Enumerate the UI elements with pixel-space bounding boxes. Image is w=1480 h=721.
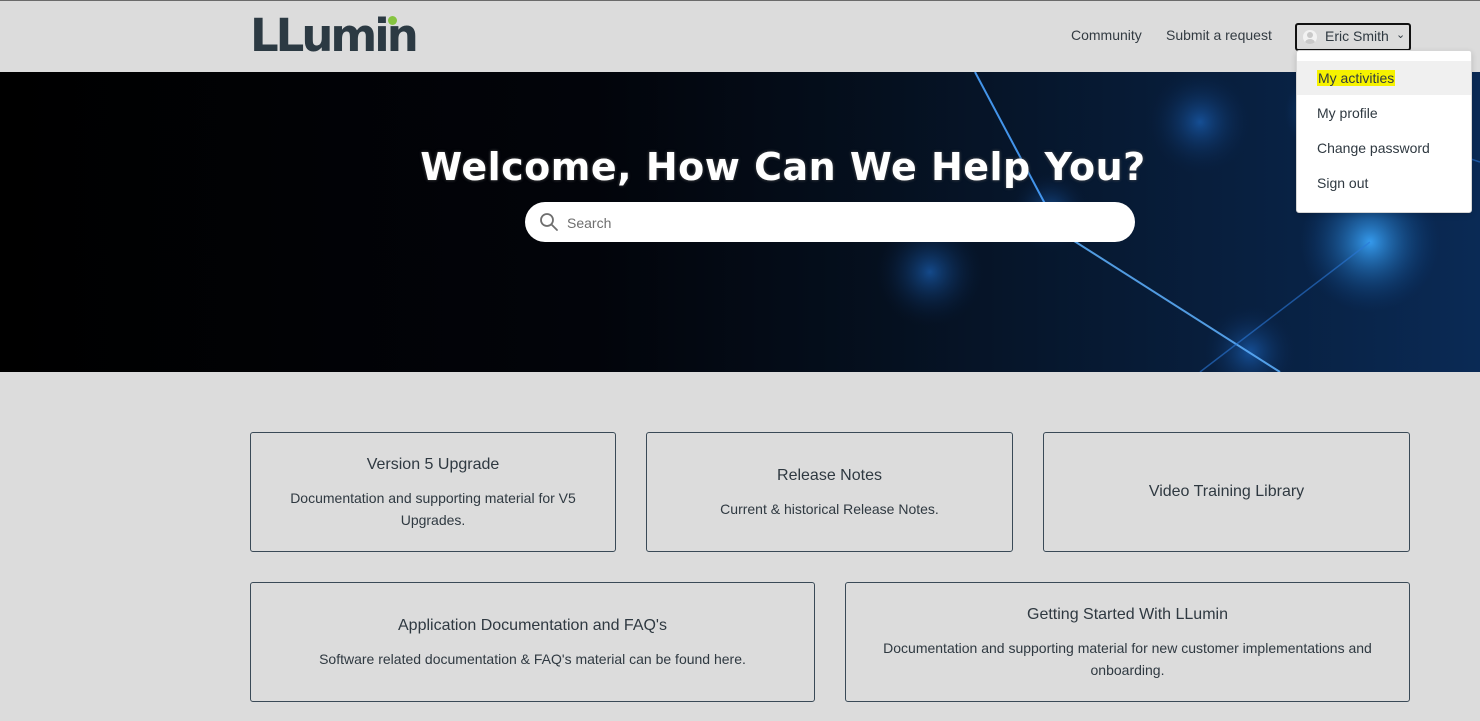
menu-item-label: My activities: [1317, 70, 1396, 86]
card-getting-started[interactable]: Getting Started With LLumin Documentatio…: [845, 582, 1410, 702]
user-menu-button[interactable]: Eric Smith ⌄: [1295, 23, 1411, 51]
hero-title: Welcome, How Can We Help You?: [420, 145, 1146, 189]
menu-item-my-profile[interactable]: My profile: [1297, 96, 1471, 130]
logo-dot: [388, 16, 397, 25]
menu-item-sign-out[interactable]: Sign out: [1297, 166, 1471, 200]
hero-banner: Welcome, How Can We Help You?: [0, 72, 1480, 372]
card-title: Application Documentation and FAQ's: [398, 617, 667, 634]
user-avatar-icon: [1303, 30, 1317, 44]
llumin-logo[interactable]: LLumin: [250, 13, 419, 58]
nav-community-link[interactable]: Community: [1071, 27, 1142, 43]
card-title: Getting Started With LLumin: [1027, 606, 1228, 623]
card-title: Release Notes: [777, 467, 882, 484]
card-application-documentation[interactable]: Application Documentation and FAQ's Soft…: [250, 582, 815, 702]
site-header: LLumin Community Submit a request Eric S…: [0, 1, 1480, 72]
menu-item-my-activities[interactable]: My activities: [1297, 61, 1471, 95]
search-bar[interactable]: [525, 202, 1135, 242]
search-input[interactable]: [565, 208, 1119, 238]
card-description: Software related documentation & FAQ's m…: [319, 651, 746, 667]
menu-item-change-password[interactable]: Change password: [1297, 131, 1471, 165]
card-description: Current & historical Release Notes.: [720, 501, 939, 517]
card-description: Documentation and supporting material fo…: [883, 640, 1372, 678]
card-title: Version 5 Upgrade: [366, 456, 500, 473]
user-dropdown-menu: My activities My profile Change password…: [1296, 50, 1472, 213]
card-release-notes[interactable]: Release Notes Current & historical Relea…: [646, 432, 1013, 552]
search-icon: [540, 213, 558, 231]
card-version-5-upgrade[interactable]: Version 5 Upgrade Documentation and supp…: [250, 432, 616, 552]
card-video-training-library[interactable]: Video Training Library: [1043, 432, 1410, 552]
card-description: Documentation and supporting material fo…: [290, 490, 576, 528]
menu-item-label: Sign out: [1317, 175, 1369, 191]
nav-submit-request-link[interactable]: Submit a request: [1166, 27, 1272, 43]
menu-item-label: My profile: [1317, 105, 1378, 121]
menu-item-label: Change password: [1317, 140, 1430, 156]
user-name: Eric Smith: [1325, 28, 1389, 44]
chevron-down-icon: ⌄: [1396, 29, 1406, 41]
card-title: Video Training Library: [1148, 483, 1305, 500]
